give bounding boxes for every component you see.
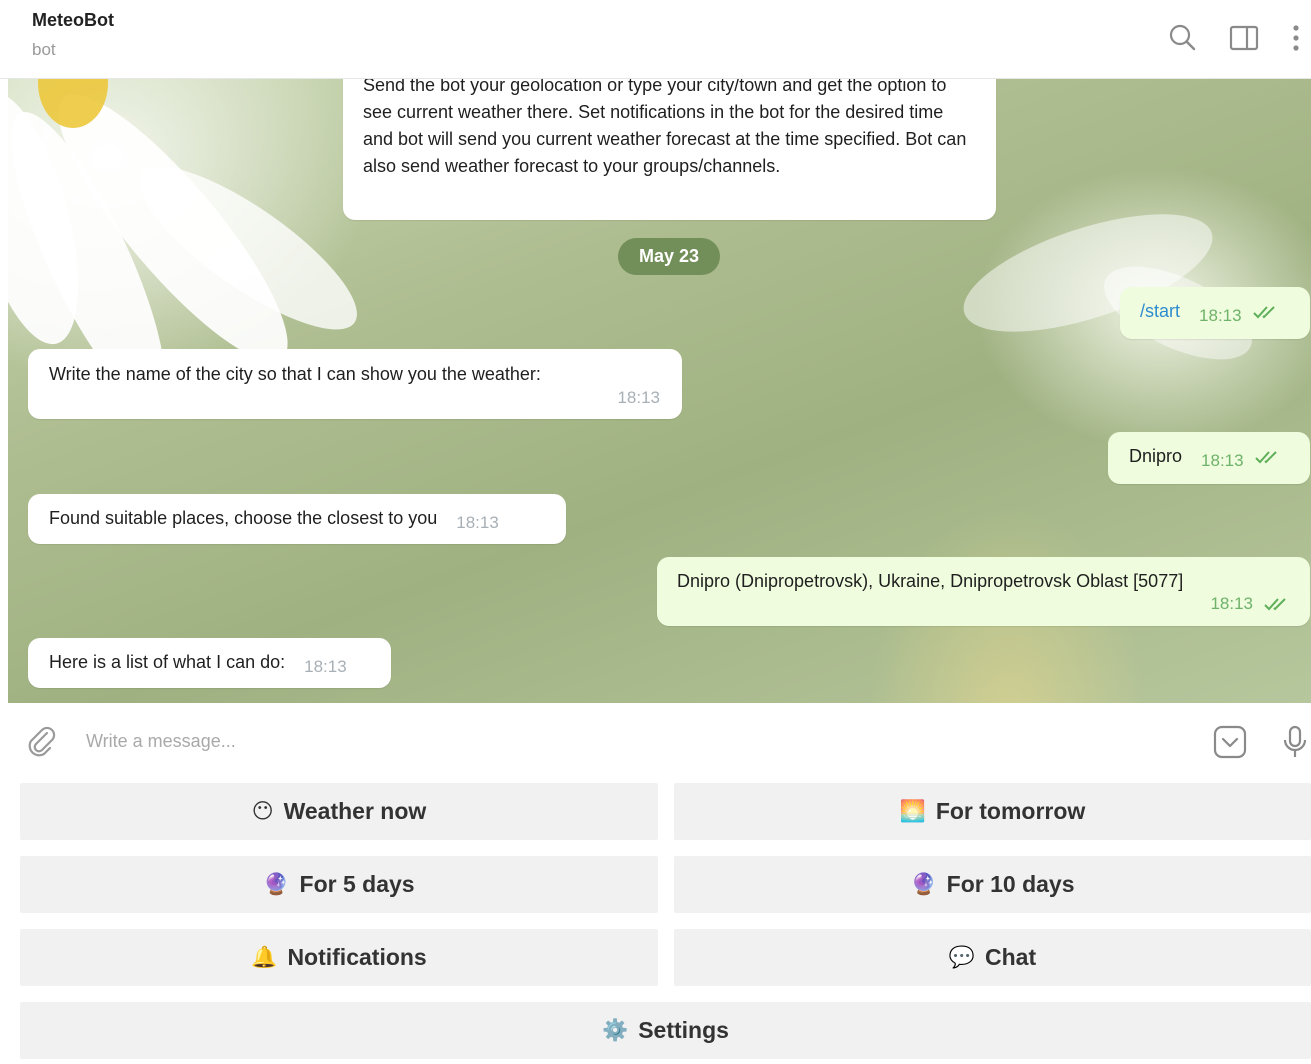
for-5-days-button[interactable]: 🔮 For 5 days (20, 856, 658, 913)
gear-emoji-icon: ⚙️ (602, 1018, 629, 1042)
message-time: 18:13 (304, 657, 347, 676)
chat-button[interactable]: 💬 Chat (674, 929, 1311, 986)
crystal-ball-emoji-icon: 🔮 (263, 872, 290, 896)
message-time: 18:13 (1210, 594, 1253, 613)
weather-now-button[interactable]: 😶 Weather now (20, 783, 658, 840)
button-label: For 10 days (946, 871, 1075, 897)
button-label: For tomorrow (935, 798, 1086, 824)
message-time: 18:13 (1199, 306, 1242, 325)
message-time: 18:13 (1201, 451, 1244, 470)
double-check-icon (1254, 450, 1285, 464)
more-icon[interactable] (1280, 22, 1311, 54)
message-time: 18:13 (617, 388, 660, 407)
message-place: Dnipro (Dnipropetrovsk), Ukraine, Dnipro… (657, 557, 1310, 626)
message-text: Dnipro (1129, 446, 1183, 466)
for-10-days-button[interactable]: 🔮 For 10 days (674, 856, 1311, 913)
message-city: Dnipro 18:13 (1108, 432, 1310, 484)
chat-subtitle: bot (32, 40, 56, 59)
microphone-icon[interactable] (1279, 725, 1311, 759)
settings-button[interactable]: ⚙️ Settings (20, 1002, 1311, 1059)
message-time: 18:13 (456, 513, 499, 532)
for-tomorrow-button[interactable]: 🌅 For tomorrow (674, 783, 1311, 840)
emoji-sticker-icon[interactable] (1213, 725, 1247, 759)
message-text: Found suitable places, choose the closes… (49, 508, 438, 528)
speech-bubble-emoji-icon: 💬 (948, 945, 976, 969)
notifications-button[interactable]: 🔔 Notifications (20, 929, 658, 986)
button-label: Settings (638, 1017, 729, 1043)
message-text: Here is a list of what I can do: (49, 652, 286, 672)
message-composer (0, 703, 1311, 775)
chat-title[interactable]: MeteoBot (32, 10, 114, 31)
command-link[interactable]: /start (1140, 301, 1180, 321)
message-ask-city: Write the name of the city so that I can… (28, 349, 682, 419)
crystal-ball-emoji-icon: 🔮 (910, 872, 937, 896)
bell-emoji-icon: 🔔 (251, 945, 278, 969)
message-start: /start 18:13 (1120, 287, 1310, 339)
sunrise-emoji-icon: 🌅 (899, 799, 926, 823)
button-label: For 5 days (299, 871, 415, 897)
chat-history[interactable]: Send the bot your geolocation or type yo… (8, 78, 1311, 703)
double-check-icon (1252, 305, 1283, 319)
message-found: Found suitable places, choose the closes… (28, 494, 566, 544)
double-check-icon (1264, 597, 1294, 611)
button-label: Chat (985, 944, 1037, 970)
search-icon[interactable] (1167, 22, 1199, 54)
attach-icon[interactable] (26, 725, 58, 757)
button-label: Weather now (283, 798, 427, 824)
message-text: Send the bot your geolocation or type yo… (363, 78, 967, 176)
button-label: Notifications (287, 944, 427, 970)
message-input[interactable] (84, 723, 1188, 759)
chat-header: MeteoBot bot (0, 0, 1311, 79)
date-separator: May 23 (618, 238, 720, 275)
message-intro: Send the bot your geolocation or type yo… (343, 78, 996, 220)
message-list: Here is a list of what I can do: 18:13 (28, 638, 391, 688)
sidebar-toggle-icon[interactable] (1228, 22, 1260, 54)
face-emoji-icon: 😶 (251, 800, 274, 823)
